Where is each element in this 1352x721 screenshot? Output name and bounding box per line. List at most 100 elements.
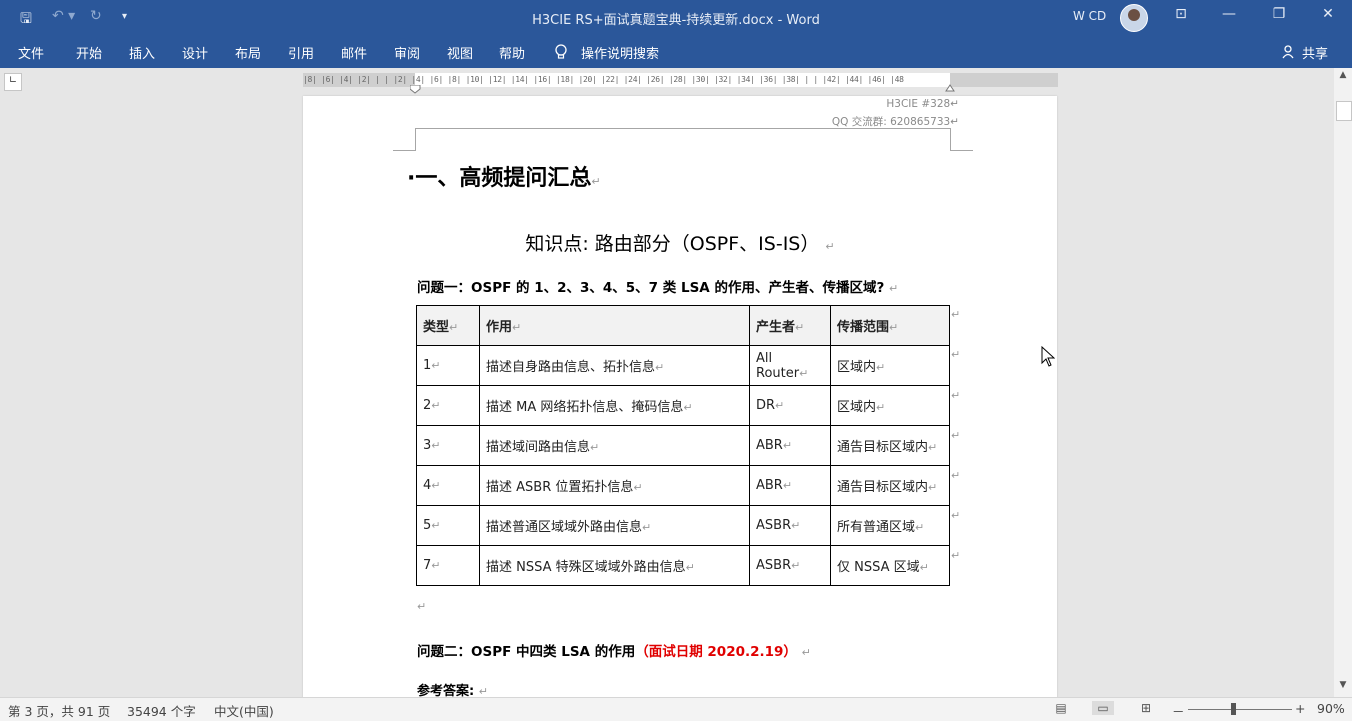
table-cell[interactable]: ASBR↵ [749,545,831,586]
question-2: 问题二：OSPF 中四类 LSA 的作用（面试日期 2020.2.19） ↵ [417,640,811,660]
indent-marker-icon[interactable] [410,85,421,95]
zoom-slider-thumb[interactable] [1231,703,1236,715]
table-cell[interactable]: All Router↵ [749,345,831,386]
user-name[interactable]: W CD [1073,9,1106,23]
table-row: 1↵ 描述自身路由信息、拓扑信息↵ All Router↵ 区域内↵ [416,345,950,386]
table-row: 7↵ 描述 NSSA 特殊区域域外路由信息↵ ASBR↵ 仅 NSSA 区域↵ [416,545,950,586]
tab-insert[interactable]: 插入 [129,43,155,62]
row-end-mark: ↵ [951,429,961,442]
tab-selector-icon[interactable]: ∟ [4,73,22,91]
zoom-slider-track[interactable] [1188,709,1292,710]
table-cell[interactable]: 区域内↵ [830,385,950,426]
scroll-up-icon[interactable]: ▲ [1336,70,1350,84]
tab-references[interactable]: 引用 [288,43,314,62]
web-layout-icon[interactable]: ⊞ [1138,701,1154,715]
table-cell[interactable]: 2↵ [416,385,480,426]
scroll-thumb[interactable] [1336,101,1352,121]
heading-2: 知识点: 路由部分（OSPF、IS-IS） ↵ [303,229,1057,256]
table-cell[interactable]: 描述域间路由信息↵ [479,425,750,466]
status-bar: 第 3 页，共 91 页 35494 个字 中文(中国) ▤ ▭ ⊞ － + 9… [0,697,1352,721]
ruler-right-margin [950,73,1058,87]
vertical-scrollbar[interactable]: ▲ ▼ [1334,68,1352,697]
word-count[interactable]: 35494 个字 [127,701,196,720]
table-cell[interactable]: 描述 MA 网络拓扑信息、掩码信息↵ [479,385,750,426]
tab-layout[interactable]: 布局 [235,43,261,62]
close-icon[interactable]: ✕ [1313,6,1343,22]
table-cell[interactable]: 7↵ [416,545,480,586]
language-indicator[interactable]: 中文(中国) [214,701,274,720]
heading-2-text: 知识点: 路由部分（OSPF、IS-IS） [525,233,820,255]
table-row: 5↵ 描述普通区域域外路由信息↵ ASBR↵ 所有普通区域↵ [416,505,950,546]
window-title: H3CIE RS+面试真题宝典-持续更新.docx - Word [532,13,820,28]
tab-view[interactable]: 视图 [447,43,473,62]
heading-1-text: ·一、高频提问汇总 [407,166,592,191]
page-count[interactable]: 第 3 页，共 91 页 [8,701,110,720]
table-cell[interactable]: ABR↵ [749,465,831,506]
table-header-row: 类型↵ 作用↵ 产生者↵ 传播范围↵ [416,305,950,346]
ribbon-tabs: 文件 开始 插入 设计 布局 引用 邮件 审阅 视图 帮助 操作说明搜索 共享 [0,36,1352,68]
table-cell[interactable]: 5↵ [416,505,480,546]
paragraph-mark: ↵ [825,240,835,253]
row-end-mark: ↵ [951,509,961,522]
table-header-cell[interactable]: 类型↵ [416,305,480,346]
scroll-down-icon[interactable]: ▼ [1336,680,1350,694]
zoom-level[interactable]: 90% [1317,701,1345,716]
table-cell[interactable]: 1↵ [416,345,480,386]
table-cell[interactable]: 4↵ [416,465,480,506]
heading-1: ·一、高频提问汇总↵ [407,160,601,192]
table-header-cell[interactable]: 传播范围↵ [830,305,950,346]
tell-me-search[interactable]: 操作说明搜索 [581,43,659,62]
table-cell[interactable]: 所有普通区域↵ [830,505,950,546]
zoom-out-button[interactable]: － [1172,701,1185,720]
row-end-mark: ↵ [951,308,961,321]
row-end-mark: ↵ [951,469,961,482]
tab-help[interactable]: 帮助 [499,43,525,62]
table-cell[interactable]: ABR↵ [749,425,831,466]
title-bar: 🖫 ↶ ▾ ↻ ▾ H3CIE RS+面试真题宝典-持续更新.docx - Wo… [0,0,1352,36]
paragraph-mark: ↵ [801,646,811,659]
crop-mark-right [950,128,973,151]
table-cell[interactable]: 3↵ [416,425,480,466]
row-end-mark: ↵ [951,549,961,562]
question-2-text: 问题二：OSPF 中四类 LSA 的作用 [417,644,636,660]
table-cell[interactable]: 描述 NSSA 特殊区域域外路由信息↵ [479,545,750,586]
table-cell[interactable]: 通告目标区域内↵ [830,465,950,506]
zoom-in-button[interactable]: + [1295,701,1305,716]
share-person-icon [1282,45,1294,59]
table-cell[interactable]: 通告目标区域内↵ [830,425,950,466]
document-page[interactable]: H3CIE #328↵ QQ 交流群: 620865733↵ ·一、高频提问汇总… [303,96,1057,700]
header-line-1: H3CIE #328↵ [886,98,959,110]
ribbon-display-options-icon[interactable]: ⊡ [1166,6,1196,22]
question-1: 问题一：OSPF 的 1、2、3、4、5、7 类 LSA 的作用、产生者、传播区… [417,276,898,296]
right-indent-marker-icon[interactable] [945,82,955,92]
paragraph-mark: ↵ [888,282,899,295]
tab-mailings[interactable]: 邮件 [341,43,367,62]
table-cell[interactable]: ASBR↵ [749,505,831,546]
lsa-table[interactable]: 类型↵ 作用↵ 产生者↵ 传播范围↵ 1↵ 描述自身路由信息、拓扑信息↵ All… [416,305,950,586]
tab-file[interactable]: 文件 [18,43,44,62]
table-header-cell[interactable]: 作用↵ [479,305,750,346]
table-cell[interactable]: DR↵ [749,385,831,426]
row-end-mark: ↵ [951,348,961,361]
share-button[interactable]: 共享 [1302,43,1328,62]
mouse-cursor-icon [1041,346,1055,367]
tab-design[interactable]: 设计 [182,43,208,62]
lightbulb-icon [555,44,567,59]
header-line-2: QQ 交流群: 620865733↵ [831,116,959,128]
empty-paragraph-mark: ↵ [417,600,427,613]
table-cell[interactable]: 描述自身路由信息、拓扑信息↵ [479,345,750,386]
tab-review[interactable]: 审阅 [394,43,420,62]
paragraph-mark: ↵ [591,175,601,188]
table-cell[interactable]: 区域内↵ [830,345,950,386]
table-header-cell[interactable]: 产生者↵ [749,305,831,346]
minimize-icon[interactable]: — [1214,6,1244,22]
read-mode-icon[interactable]: ▤ [1053,701,1069,715]
avatar[interactable] [1120,4,1148,32]
table-row: 2↵ 描述 MA 网络拓扑信息、掩码信息↵ DR↵ 区域内↵ [416,385,950,426]
tab-home[interactable]: 开始 [76,43,102,62]
table-cell[interactable]: 仅 NSSA 区域↵ [830,545,950,586]
restore-icon[interactable]: ❐ [1264,6,1294,22]
table-cell[interactable]: 描述 ASBR 位置拓扑信息↵ [479,465,750,506]
print-layout-icon[interactable]: ▭ [1092,701,1114,715]
table-cell[interactable]: 描述普通区域域外路由信息↵ [479,505,750,546]
